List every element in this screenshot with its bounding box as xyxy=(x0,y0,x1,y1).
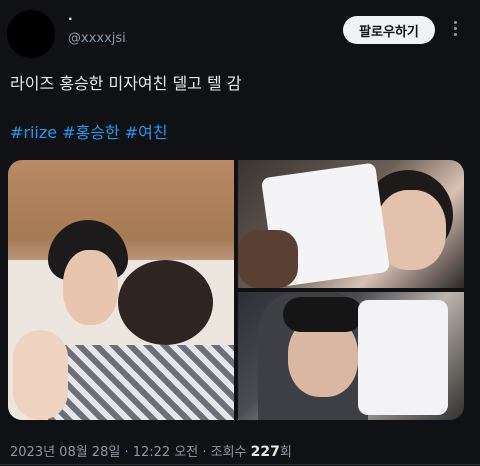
tweet-text: 라이즈 홍승한 미자여친 델고 텔 감 xyxy=(10,74,242,93)
hashtag-hong-seunghan[interactable]: #홍승한 xyxy=(62,123,120,142)
photo-top-right[interactable] xyxy=(238,160,464,288)
more-vertical-icon[interactable] xyxy=(450,18,460,42)
handle[interactable]: @xxxxjsi xyxy=(68,31,126,46)
avatar[interactable] xyxy=(7,10,55,58)
views-count: 227 xyxy=(250,444,280,460)
timestamp-line: 2023년 08월 28일 · 12:22 오전 · 조회수 227회 xyxy=(10,441,292,460)
photo-main[interactable] xyxy=(8,160,234,420)
photo-bottom-right[interactable] xyxy=(238,292,464,420)
hashtag-girlfriend[interactable]: #여친 xyxy=(125,123,168,142)
display-name[interactable]: · xyxy=(68,12,73,26)
follow-button[interactable]: 팔로우하기 xyxy=(343,16,435,44)
hashtags: #riize #홍승한 #여친 xyxy=(10,119,173,143)
views-suffix: 회 xyxy=(279,445,292,460)
hashtag-riize[interactable]: #riize xyxy=(10,123,57,142)
media-grid xyxy=(8,160,464,420)
divider xyxy=(0,464,480,465)
timestamp[interactable]: 2023년 08월 28일 · 12:22 오전 · 조회수 xyxy=(10,445,251,460)
